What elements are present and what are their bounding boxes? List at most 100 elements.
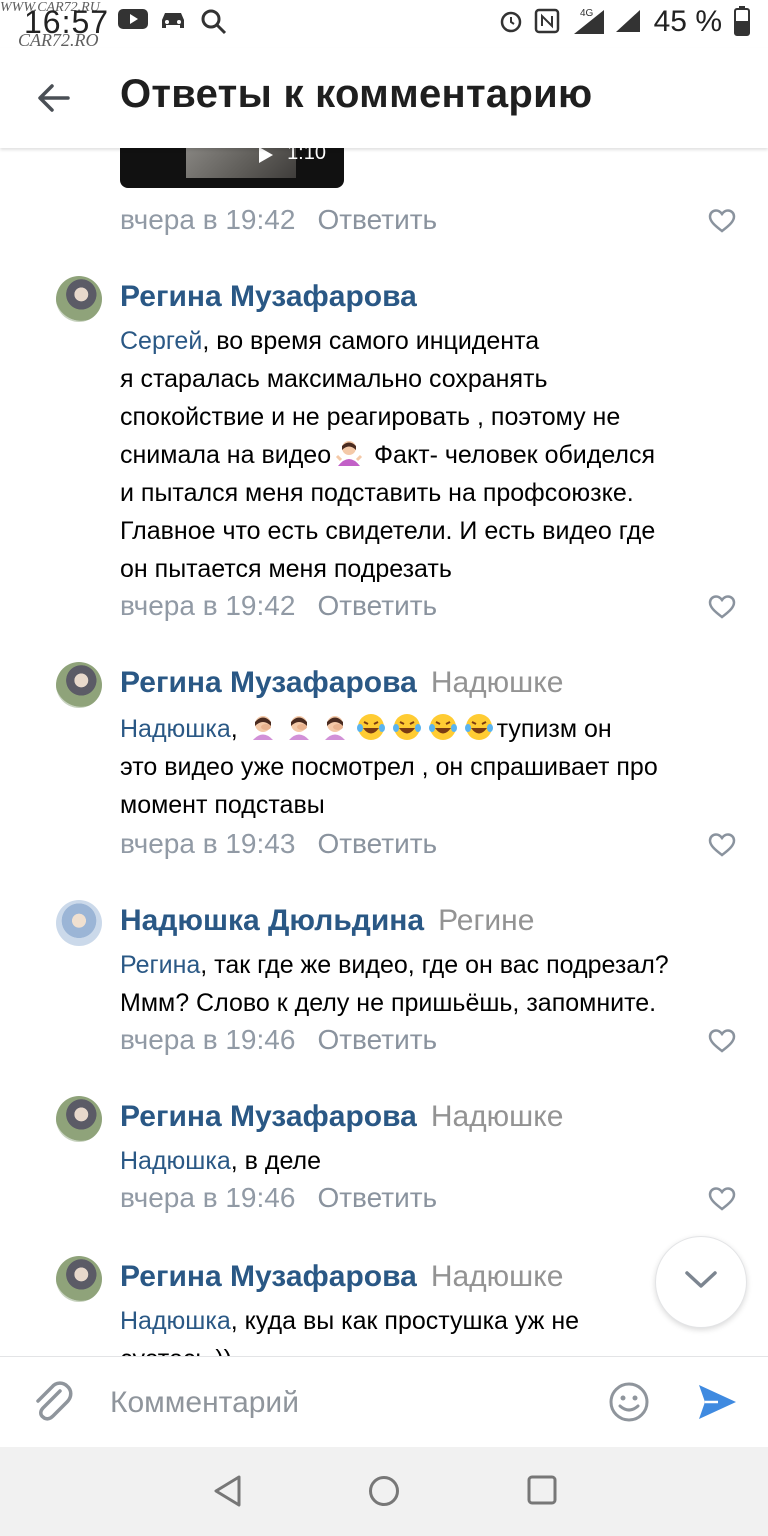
like-button[interactable]: [708, 1028, 736, 1054]
laughing-tears-emoji-icon: [428, 714, 457, 740]
comment-text: Надюшка, тупизм он это видео уже посмотр…: [120, 710, 740, 824]
reply-addressee[interactable]: Регине: [438, 904, 534, 937]
comment-text: Надюшка, в деле: [120, 1142, 740, 1180]
laughing-tears-emoji-icon: [392, 714, 421, 740]
avatar[interactable]: [56, 276, 102, 322]
comment-author[interactable]: Регина Музафарова Надюшке: [120, 666, 563, 700]
system-nav-bar: [0, 1446, 768, 1536]
comment-author[interactable]: Регина Музафарова Надюшке: [120, 1100, 563, 1134]
reply-button[interactable]: Ответить: [317, 204, 437, 235]
reply-addressee[interactable]: Надюшке: [431, 666, 564, 699]
back-button[interactable]: [30, 74, 78, 122]
emoji-button[interactable]: [608, 1381, 650, 1428]
comment-time: вчера в 19:46: [120, 1024, 296, 1055]
text-line: суетесь )): [120, 1345, 232, 1356]
text-line: спокойствие и не реагировать , поэтому н…: [120, 403, 621, 431]
author-name[interactable]: Регина Музафарова: [120, 1100, 417, 1133]
mention-link[interactable]: Регина: [120, 951, 200, 979]
text-line: Факт- человек обиделся: [367, 441, 656, 469]
comment-author[interactable]: Регина Музафарова Надюшке: [120, 1260, 563, 1294]
scroll-down-button[interactable]: [655, 1236, 747, 1328]
author-name[interactable]: Регина Музафарова: [120, 280, 417, 313]
circle-home-icon: [369, 1476, 399, 1506]
text-line: , в деле: [230, 1147, 322, 1175]
like-button[interactable]: [708, 832, 736, 858]
comment-meta: вчера в 19:42 Ответить: [120, 590, 437, 622]
attach-button[interactable]: [30, 1379, 74, 1430]
text-line: это видео уже посмотрел , он спрашивает …: [120, 753, 658, 781]
smile-icon: [609, 1382, 649, 1422]
author-name[interactable]: Регина Музафарова: [120, 1260, 417, 1293]
like-button[interactable]: [708, 594, 736, 620]
author-name[interactable]: Регина Музафарова: [120, 666, 417, 699]
reply-button[interactable]: Ответить: [317, 590, 437, 621]
comment-meta: вчера в 19:46 Ответить: [120, 1182, 437, 1214]
send-icon: [699, 1385, 736, 1419]
avatar[interactable]: [56, 900, 102, 946]
author-name[interactable]: Надюшка Дюльдина: [120, 904, 424, 937]
send-button[interactable]: [696, 1381, 738, 1428]
comment-input[interactable]: [108, 1377, 592, 1429]
comment-composer: [0, 1356, 768, 1447]
facepalm-emoji-icon: [288, 716, 309, 740]
arrow-left-icon: [38, 84, 70, 112]
video-duration: 1:10: [287, 148, 326, 164]
text-line: снимала на видео: [120, 441, 332, 469]
nfc-icon: [534, 8, 560, 39]
text-line: и пытался меня подставить на профсоюзке.: [120, 479, 634, 507]
avatar[interactable]: [56, 662, 102, 708]
nav-home-button[interactable]: [367, 1474, 401, 1513]
avatar[interactable]: [56, 1256, 102, 1302]
comment-text: Сергей, во время самого инцидента я стар…: [120, 322, 740, 588]
reply-addressee[interactable]: Надюшке: [431, 1260, 564, 1293]
laughing-tears-emoji-icon: [464, 714, 493, 740]
status-time: 16:57: [24, 4, 110, 40]
facepalm-emoji-icon: [252, 716, 273, 740]
text-line: я старалась максимально сохранять: [120, 365, 548, 393]
battery-percent: 45 %: [653, 5, 722, 38]
heart-icon: [708, 1029, 736, 1053]
mention-link[interactable]: Сергей: [120, 327, 202, 355]
comment-meta: вчера в 19:43 Ответить: [120, 828, 437, 860]
reply-button[interactable]: Ответить: [317, 1024, 437, 1055]
person-shrugging-emoji-icon: [336, 441, 363, 466]
page-title: Ответы к комментарию: [120, 72, 593, 116]
comment-author[interactable]: Надюшка Дюльдина Регине: [120, 904, 534, 938]
heart-icon: [708, 833, 736, 857]
app-header: Ответы к комментарию: [0, 48, 768, 148]
triangle-back-icon: [214, 1475, 241, 1507]
text-line: ,: [230, 715, 238, 743]
nav-recents-button[interactable]: [526, 1474, 558, 1511]
status-bar: 16:57 4G 45 % WWW.CAR72.RU CAR72.RO: [0, 0, 768, 50]
avatar[interactable]: [56, 1096, 102, 1142]
mention-link[interactable]: Надюшка: [120, 715, 231, 743]
signal-4g-icon: 4G: [568, 6, 608, 41]
comment-time: вчера в 19:46: [120, 1182, 296, 1213]
text-line: он пытается меня подрезать: [120, 555, 452, 583]
text-line: момент подставы: [120, 791, 325, 819]
comment-time: вчера в 19:43: [120, 828, 296, 859]
battery-icon: [734, 6, 750, 41]
replies-list[interactable]: 1:10 вчера в 19:42 Ответить Регина Музафа…: [0, 148, 768, 1356]
reply-button[interactable]: Ответить: [317, 1182, 437, 1213]
reply-addressee[interactable]: Надюшке: [431, 1100, 564, 1133]
alarm-icon: [498, 8, 524, 39]
comment-meta: вчера в 19:46 Ответить: [120, 1024, 437, 1056]
mention-link[interactable]: Надюшка: [120, 1307, 231, 1335]
reply-button[interactable]: Ответить: [317, 828, 437, 859]
text-line: , так где же видео, где он вас подрезал?: [200, 951, 669, 979]
text-line: тупизм он: [496, 715, 612, 743]
mention-link[interactable]: Надюшка: [120, 1147, 231, 1175]
video-preview: [186, 148, 296, 178]
like-button[interactable]: [708, 208, 736, 234]
text-line: Ммм? Слово к делу не пришьёшь, запомните…: [120, 989, 657, 1017]
car-icon: [158, 8, 188, 37]
nav-back-button[interactable]: [212, 1474, 244, 1513]
video-attachment[interactable]: 1:10: [120, 148, 344, 188]
text-line: Главное что есть свидетели. И есть видео…: [120, 517, 656, 545]
like-button[interactable]: [708, 1186, 736, 1212]
text-line: , во время самого инцидента: [202, 327, 540, 355]
signal-icon: [614, 8, 642, 39]
comment-author[interactable]: Регина Музафарова: [120, 280, 417, 314]
play-icon: [259, 148, 273, 163]
